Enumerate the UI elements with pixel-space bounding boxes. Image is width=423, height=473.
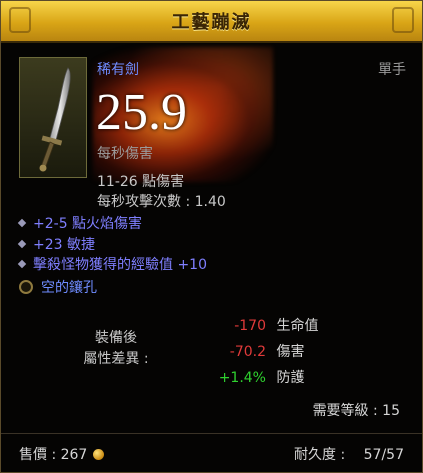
damage-range: 11-26 點傷害 bbox=[97, 174, 185, 190]
required-level: 需要等級 : 15 bbox=[312, 403, 400, 419]
sword-icon bbox=[39, 67, 71, 172]
stat-delta: -70.2 bbox=[229, 344, 266, 360]
socket-label: 空的鑲孔 bbox=[41, 280, 97, 296]
compare-stat-damage: -70.2 傷害 bbox=[181, 341, 331, 361]
stat-delta: -170 bbox=[234, 318, 266, 334]
stat-name: 生命值 bbox=[276, 318, 319, 334]
attack-speed: 每秒攻擊次數 : 1.40 bbox=[97, 194, 226, 210]
dps-label: 每秒傷害 bbox=[97, 146, 153, 162]
item-tooltip: 工藝蹦滅 稀有劍 單手 25.9 每秒傷害 11-26 點傷害 每秒攻擊次數 :… bbox=[0, 0, 423, 473]
affix-row: 擊殺怪物獲得的經驗值 +10 bbox=[17, 254, 207, 274]
affix-row: +2-5 點火焰傷害 bbox=[17, 213, 143, 233]
compare-stat-armor: +1.4% 防護 bbox=[181, 367, 331, 387]
item-slot: 單手 bbox=[378, 62, 406, 78]
compare-stat-life: -170 生命值 bbox=[181, 315, 331, 335]
title-bar: 工藝蹦滅 bbox=[1, 1, 422, 43]
diamond-bullet-icon bbox=[17, 239, 27, 249]
diamond-bullet-icon bbox=[17, 218, 27, 228]
diamond-bullet-icon bbox=[17, 259, 27, 269]
affix-row: +23 敏捷 bbox=[17, 234, 95, 254]
durability-label: 耐久度 : bbox=[294, 447, 346, 463]
sell-price-text: 售價 : 267 bbox=[19, 447, 88, 463]
affix-text: +2-5 點火焰傷害 bbox=[33, 216, 143, 232]
title-ornament-right-icon bbox=[392, 7, 414, 33]
tooltip-footer: 售價 : 267 耐久度 : 57/57 bbox=[1, 433, 422, 472]
stat-name: 傷害 bbox=[276, 344, 305, 360]
durability-value: 57/57 bbox=[363, 447, 404, 463]
item-name: 工藝蹦滅 bbox=[171, 12, 252, 33]
compare-label: 裝備後 bbox=[95, 330, 137, 346]
gold-coin-icon bbox=[93, 448, 105, 460]
compare-label: 屬性差異 : bbox=[83, 351, 149, 367]
socket-ring-icon bbox=[19, 280, 33, 294]
stat-delta: +1.4% bbox=[218, 370, 266, 386]
item-icon-frame bbox=[19, 57, 87, 178]
dps-value: 25.9 bbox=[96, 84, 187, 141]
sell-price: 售價 : 267 bbox=[19, 444, 105, 464]
durability: 耐久度 : 57/57 bbox=[294, 444, 404, 464]
empty-socket: 空的鑲孔 bbox=[19, 277, 97, 297]
stat-name: 防護 bbox=[276, 370, 305, 386]
item-type: 稀有劍 bbox=[97, 62, 139, 78]
affix-text: +23 敏捷 bbox=[33, 237, 95, 253]
title-ornament-left-icon bbox=[9, 7, 31, 33]
affix-text: 擊殺怪物獲得的經驗值 +10 bbox=[33, 257, 207, 273]
